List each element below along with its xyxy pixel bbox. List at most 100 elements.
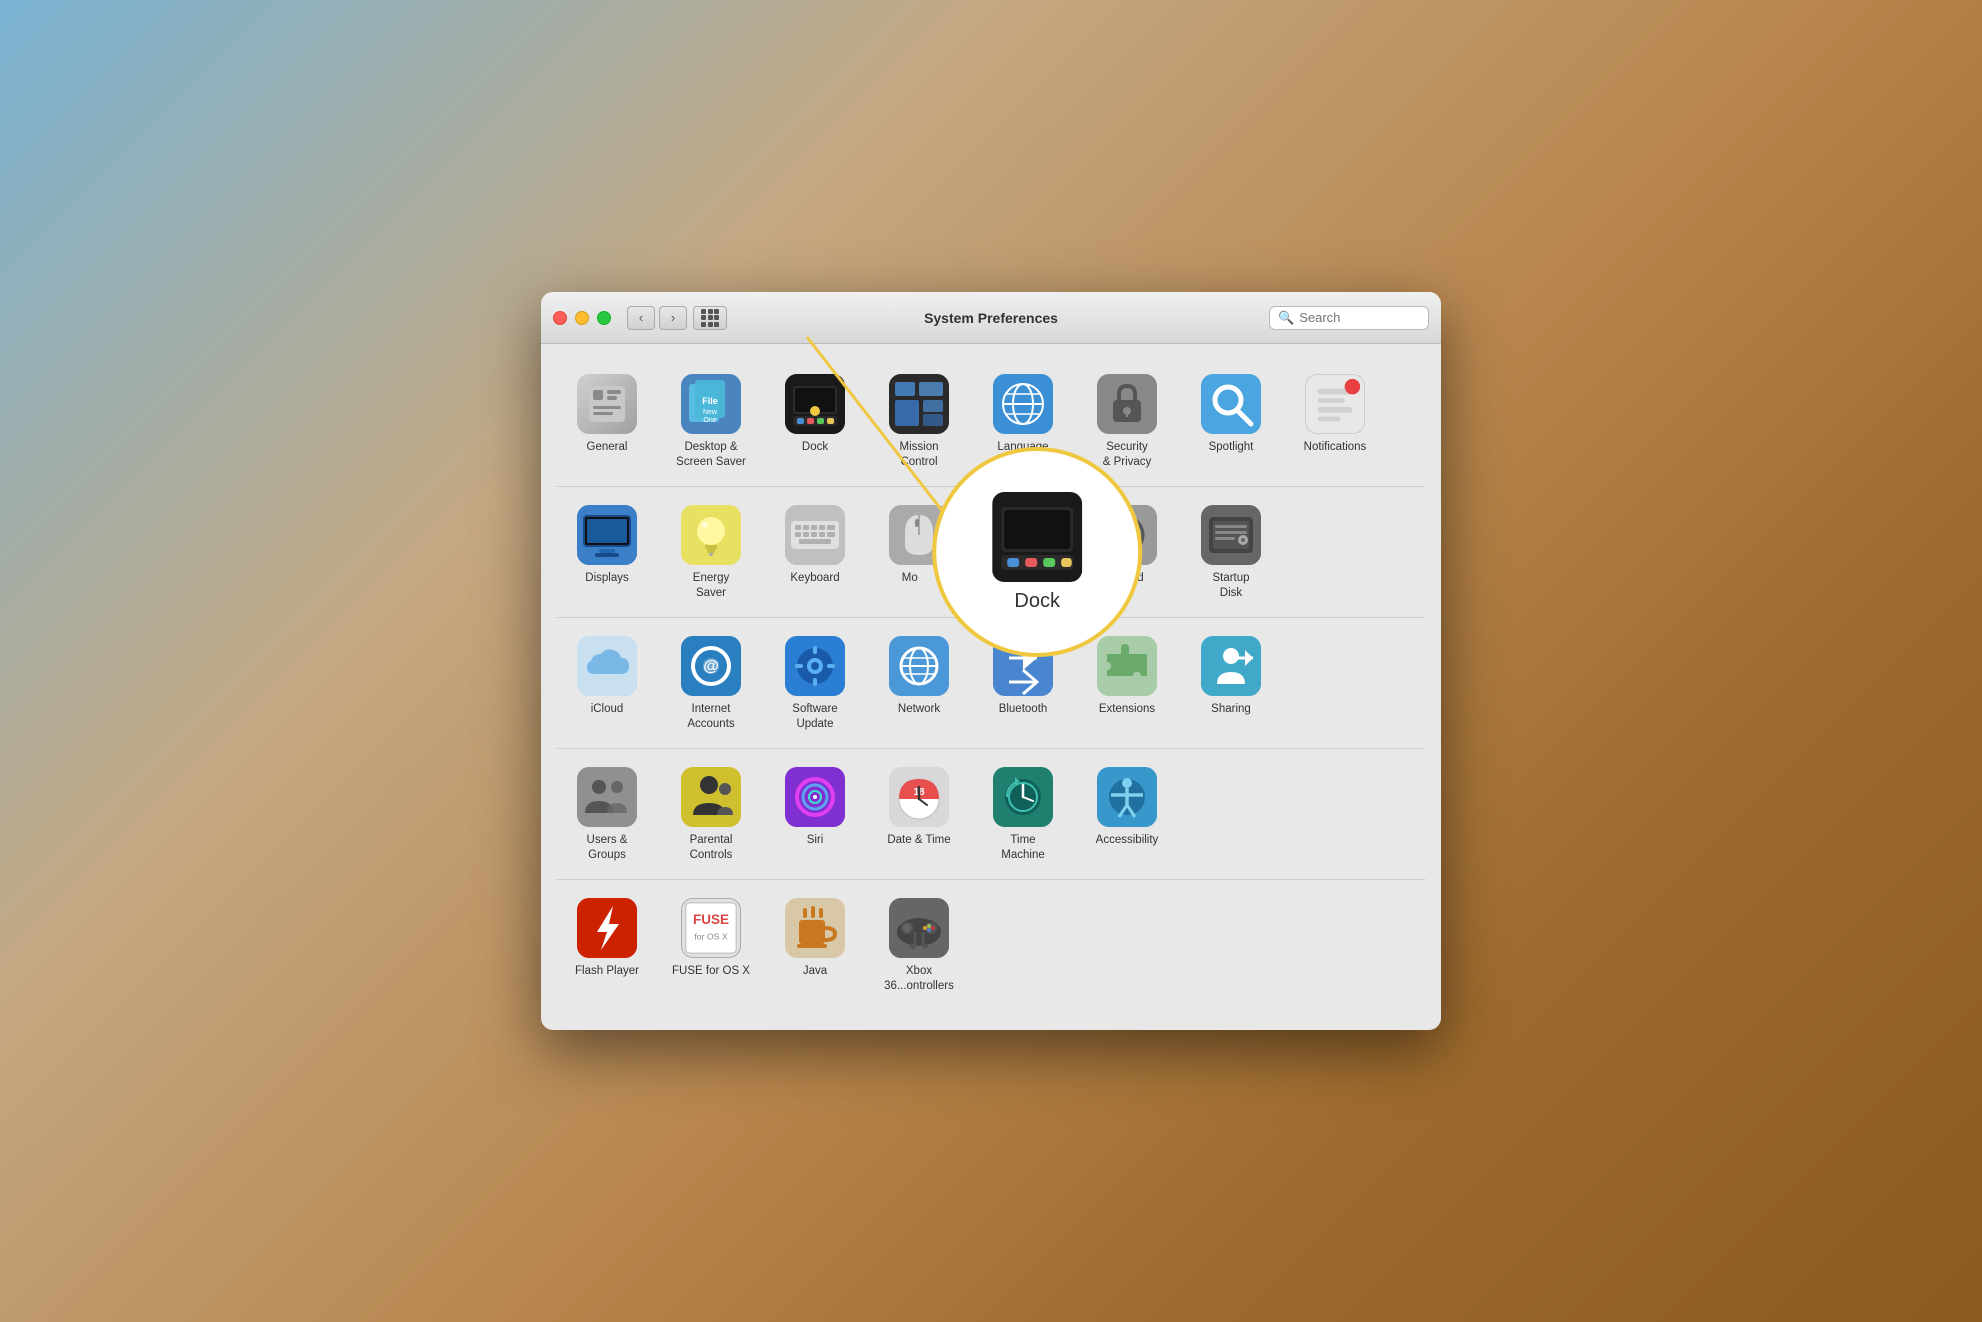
displays-icon [577, 505, 637, 565]
icloud-svg [577, 636, 637, 696]
svg-text:One: One [703, 417, 716, 424]
pref-mission[interactable]: MissionControl [869, 364, 969, 478]
displays-svg [577, 505, 637, 565]
sharing-svg [1201, 636, 1261, 696]
notifications-icon [1305, 374, 1365, 434]
grid-view-button[interactable] [693, 306, 727, 330]
dock-label: Dock [802, 440, 828, 455]
search-icon: 🔍 [1278, 310, 1294, 326]
security-svg [1097, 374, 1157, 434]
sound-icon [1097, 505, 1157, 565]
fuse-svg: FUSE for OS X [682, 898, 740, 958]
pref-dock[interactable]: Dock [765, 364, 865, 478]
pref-printers[interactable]: Printers &Scanners [973, 495, 1073, 609]
bluetooth-svg [993, 636, 1053, 696]
energy-label: EnergySaver [693, 571, 729, 601]
internet-label: InternetAccounts [687, 702, 734, 732]
sound-svg [1097, 505, 1157, 565]
bluetooth-icon [993, 636, 1053, 696]
pref-internet[interactable]: @ InternetAccounts [661, 626, 761, 740]
xbox-icon [889, 898, 949, 958]
search-input[interactable] [1299, 310, 1420, 325]
pref-network[interactable]: Network [869, 626, 969, 740]
timemachine-svg [993, 767, 1053, 827]
close-button[interactable] [553, 311, 567, 325]
keyboard-icon [785, 505, 845, 565]
section-system: Users &Groups ParentalControls [557, 749, 1425, 880]
siri-label: Siri [807, 833, 824, 848]
pref-bluetooth[interactable]: Bluetooth [973, 626, 1073, 740]
java-svg [785, 898, 845, 958]
datetime-svg: 18 [889, 767, 949, 827]
pref-general[interactable]: General [557, 364, 657, 478]
pref-icloud[interactable]: iCloud [557, 626, 657, 740]
mouse-icon [889, 505, 949, 565]
spotlight-svg [1201, 374, 1261, 434]
pref-java[interactable]: Java [765, 888, 865, 1002]
users-icon [577, 767, 637, 827]
pref-sound[interactable]: Sound [1077, 495, 1177, 609]
timemachine-icon [993, 767, 1053, 827]
system-preferences-window: ‹ › System Preferences 🔍 [541, 292, 1441, 1029]
software-label: SoftwareUpdate [792, 702, 837, 732]
accessibility-label: Accessibility [1096, 833, 1159, 848]
svg-text:File: File [702, 396, 718, 406]
pref-mouse[interactable]: Mouse [869, 495, 969, 609]
printers-icon [993, 505, 1053, 565]
pref-language[interactable]: Language& Region [973, 364, 1073, 478]
software-icon [785, 636, 845, 696]
spotlight-icon [1201, 374, 1261, 434]
timemachine-label: TimeMachine [1001, 833, 1044, 863]
pref-software[interactable]: SoftwareUpdate [765, 626, 865, 740]
pref-spotlight[interactable]: Spotlight [1181, 364, 1281, 478]
traffic-lights [553, 311, 611, 325]
general-label: General [587, 440, 628, 455]
pref-parental[interactable]: ParentalControls [661, 757, 761, 871]
section-internet: iCloud @ InternetAccounts [557, 618, 1425, 749]
svg-text:New: New [703, 409, 718, 416]
pref-timemachine[interactable]: TimeMachine [973, 757, 1073, 871]
datetime-icon: 18 [889, 767, 949, 827]
pref-keyboard[interactable]: Keyboard [765, 495, 865, 609]
pref-datetime[interactable]: 18 Date & Time [869, 757, 969, 871]
pref-startup[interactable]: StartupDisk [1181, 495, 1281, 609]
search-box[interactable]: 🔍 [1269, 306, 1429, 330]
notifications-svg [1306, 374, 1364, 434]
forward-button[interactable]: › [659, 306, 687, 330]
pref-sharing[interactable]: Sharing [1181, 626, 1281, 740]
pref-accessibility[interactable]: Accessibility [1077, 757, 1177, 871]
network-svg [889, 636, 949, 696]
accessibility-svg [1097, 767, 1157, 827]
language-svg [993, 374, 1053, 434]
back-button[interactable]: ‹ [627, 306, 655, 330]
pref-notifications[interactable]: Notifications [1285, 364, 1385, 478]
pref-users[interactable]: Users &Groups [557, 757, 657, 871]
pref-displays[interactable]: Displays [557, 495, 657, 609]
pref-security[interactable]: Security& Privacy [1077, 364, 1177, 478]
maximize-button[interactable] [597, 311, 611, 325]
pref-desktop[interactable]: File New One Desktop &Screen Saver [661, 364, 761, 478]
bluetooth-label: Bluetooth [999, 702, 1048, 717]
parental-svg [681, 767, 741, 827]
mission-svg [889, 374, 949, 434]
flash-label: Flash Player [575, 964, 639, 979]
section-other: Flash Player FUSE for OS X FUSE for OS X [557, 880, 1425, 1010]
preferences-content: General File New One Desktop &Screen Sav… [541, 344, 1441, 1029]
siri-svg [785, 767, 845, 827]
startup-svg [1201, 505, 1261, 565]
pref-flash[interactable]: Flash Player [557, 888, 657, 1002]
datetime-label: Date & Time [887, 833, 950, 848]
java-icon [785, 898, 845, 958]
titlebar: ‹ › System Preferences 🔍 [541, 292, 1441, 344]
pref-extensions[interactable]: Extensions [1077, 626, 1177, 740]
parental-label: ParentalControls [690, 833, 733, 863]
startup-icon [1201, 505, 1261, 565]
pref-fuse[interactable]: FUSE for OS X FUSE for OS X [661, 888, 761, 1002]
minimize-button[interactable] [575, 311, 589, 325]
spotlight-label: Spotlight [1209, 440, 1254, 455]
pref-energy[interactable]: EnergySaver [661, 495, 761, 609]
siri-icon [785, 767, 845, 827]
security-icon [1097, 374, 1157, 434]
pref-siri[interactable]: Siri [765, 757, 865, 871]
pref-xbox[interactable]: Xbox 36...ontrollers [869, 888, 969, 1002]
